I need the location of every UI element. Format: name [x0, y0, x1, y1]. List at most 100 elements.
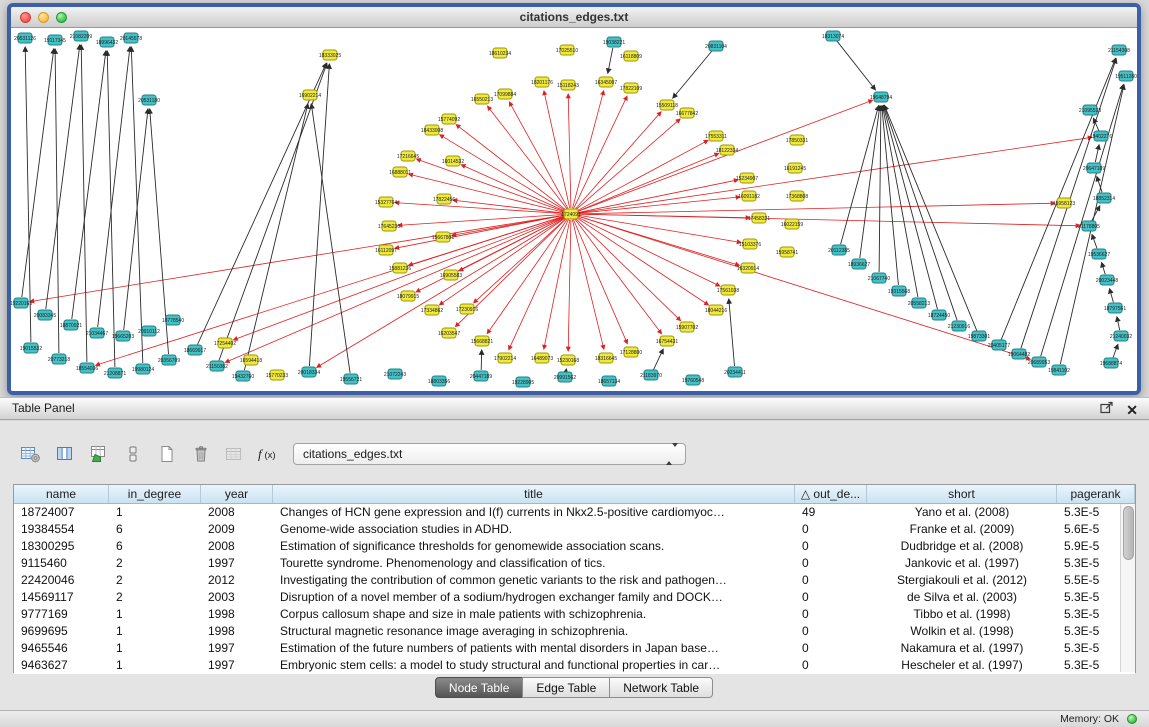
table-row[interactable]: 2242004622012Investigating the contribut… — [14, 572, 1135, 589]
column-header-name[interactable]: name — [14, 485, 109, 503]
table-row[interactable]: 977716911998Corpus callosum shape and si… — [14, 606, 1135, 623]
network-edge[interactable] — [1117, 317, 1120, 330]
network-edge[interactable] — [654, 349, 664, 370]
network-edge[interactable] — [729, 299, 735, 366]
network-edge[interactable] — [884, 105, 976, 330]
network-edge[interactable] — [453, 200, 565, 213]
network-edge[interactable] — [883, 106, 918, 297]
table-cell[interactable]: Disruption of a novel member of a sodium… — [273, 589, 795, 606]
network-window-titlebar[interactable]: citations_edges.txt — [11, 7, 1137, 28]
import-table-icon[interactable] — [86, 442, 111, 466]
table-cell[interactable]: 2012 — [201, 572, 273, 589]
network-edge[interactable] — [574, 96, 628, 209]
table-cell[interactable]: Estimation of significance thresholds fo… — [273, 538, 795, 555]
network-edge[interactable] — [481, 350, 482, 370]
table-cell[interactable]: 2 — [109, 589, 201, 606]
table-cell[interactable]: Nakamura et al. (1997) — [867, 640, 1057, 657]
table-cell[interactable]: 1 — [109, 657, 201, 674]
table-cell[interactable]: 1998 — [201, 623, 273, 640]
table-cell[interactable]: Tourette syndrome. Phenomenology and cla… — [273, 555, 795, 572]
network-edge[interactable] — [879, 106, 881, 272]
table-cell[interactable]: 49 — [795, 504, 867, 521]
network-edge[interactable] — [198, 63, 327, 344]
network-edge[interactable] — [395, 203, 565, 214]
table-cell[interactable]: 6 — [109, 538, 201, 555]
network-edge[interactable] — [572, 220, 604, 349]
table-cell[interactable]: 0 — [795, 589, 867, 606]
create-table-icon[interactable] — [154, 442, 179, 466]
table-cell[interactable]: 2008 — [201, 538, 273, 555]
table-cell[interactable]: 0 — [795, 606, 867, 623]
network-edge[interactable] — [225, 216, 565, 362]
table-cell[interactable]: 0 — [795, 640, 867, 657]
table-cell[interactable]: 9463627 — [14, 657, 109, 674]
minimize-window-button[interactable] — [38, 12, 49, 23]
network-edge[interactable] — [509, 220, 569, 350]
network-edge[interactable] — [573, 220, 627, 344]
table-cell[interactable]: 18724007 — [14, 504, 109, 521]
table-cell[interactable]: Embryonic stem cells: a model to study s… — [273, 657, 795, 674]
network-edge[interactable] — [577, 100, 873, 212]
table-cell[interactable]: Changes of HCN gene expression and I(f) … — [273, 504, 795, 521]
table-cell[interactable]: 9465546 — [14, 640, 109, 657]
table-row[interactable]: 1872400712008Changes of HCN gene express… — [14, 504, 1135, 521]
network-edge[interactable] — [1095, 145, 1099, 162]
network-edge[interactable] — [1092, 235, 1097, 249]
network-edge[interactable] — [544, 220, 570, 349]
table-row[interactable]: 969969511998Structural magnetic resonanc… — [14, 623, 1135, 640]
tab-network-table[interactable]: Network Table — [609, 677, 713, 698]
table-cell[interactable]: 19384554 — [14, 521, 109, 538]
network-edge[interactable] — [576, 140, 708, 211]
close-panel-icon[interactable]: ✕ — [1126, 403, 1138, 417]
table-cell[interactable]: 1 — [109, 640, 201, 657]
column-header-title[interactable]: title — [273, 485, 795, 503]
zoom-window-button[interactable] — [56, 12, 67, 23]
network-edge[interactable] — [608, 48, 613, 73]
network-edge[interactable] — [544, 91, 570, 208]
table-cell[interactable]: Franke et al. (2009) — [867, 521, 1057, 538]
network-edge[interactable] — [577, 180, 738, 213]
show-columns-icon[interactable] — [52, 442, 77, 466]
network-edge[interactable] — [568, 220, 571, 351]
table-cell[interactable]: 0 — [795, 572, 867, 589]
network-edge[interactable] — [837, 41, 876, 90]
table-cell[interactable]: 1997 — [201, 555, 273, 572]
table-vertical-scrollbar[interactable] — [1120, 504, 1135, 672]
network-edge[interactable] — [233, 216, 565, 340]
network-edge[interactable] — [98, 47, 130, 327]
table-row[interactable]: 1830029562008Estimation of significance … — [14, 538, 1135, 555]
network-edge[interactable] — [576, 217, 709, 305]
table-cell[interactable]: 2003 — [201, 589, 273, 606]
network-edge[interactable] — [22, 49, 54, 297]
table-row[interactable]: 911546021997Tourette syndrome. Phenomeno… — [14, 555, 1135, 572]
network-edge[interactable] — [568, 94, 571, 208]
network-edge[interactable] — [576, 119, 681, 210]
table-cell[interactable]: de Silva et al. (2003) — [867, 589, 1057, 606]
row-height-icon[interactable] — [120, 442, 145, 466]
table-cell[interactable]: 0 — [795, 538, 867, 555]
table-cell[interactable]: 1997 — [201, 640, 273, 657]
network-edge[interactable] — [841, 106, 879, 245]
table-cell[interactable]: 2008 — [201, 504, 273, 521]
table-cell[interactable]: 2 — [109, 572, 201, 589]
network-edge[interactable] — [577, 214, 1080, 226]
network-edge[interactable] — [577, 216, 1031, 359]
network-edge[interactable] — [311, 104, 350, 373]
table-cell[interactable]: 1997 — [201, 657, 273, 674]
table-cell[interactable]: Estimation of the future numbers of pati… — [273, 640, 795, 657]
table-cell[interactable]: 0 — [795, 555, 867, 572]
table-mode-icon[interactable] — [18, 442, 43, 466]
table-row[interactable]: 1456911722003Disruption of a novel membe… — [14, 589, 1135, 606]
network-edge[interactable] — [72, 51, 106, 319]
network-edge[interactable] — [573, 91, 604, 209]
tab-node-table[interactable]: Node Table — [435, 677, 524, 698]
tab-edge-table[interactable]: Edge Table — [522, 677, 610, 698]
table-cell[interactable]: Hescheler et al. (1997) — [867, 657, 1057, 674]
close-window-button[interactable] — [20, 12, 31, 23]
float-panel-icon[interactable] — [1100, 401, 1114, 419]
network-edge[interactable] — [55, 49, 59, 353]
scrollbar-thumb[interactable] — [1123, 506, 1134, 560]
column-header-pagerank[interactable]: pagerank — [1057, 485, 1135, 503]
table-row[interactable]: 1938455462009Genome-wide association stu… — [14, 521, 1135, 538]
rename-table-icon[interactable] — [222, 442, 247, 466]
